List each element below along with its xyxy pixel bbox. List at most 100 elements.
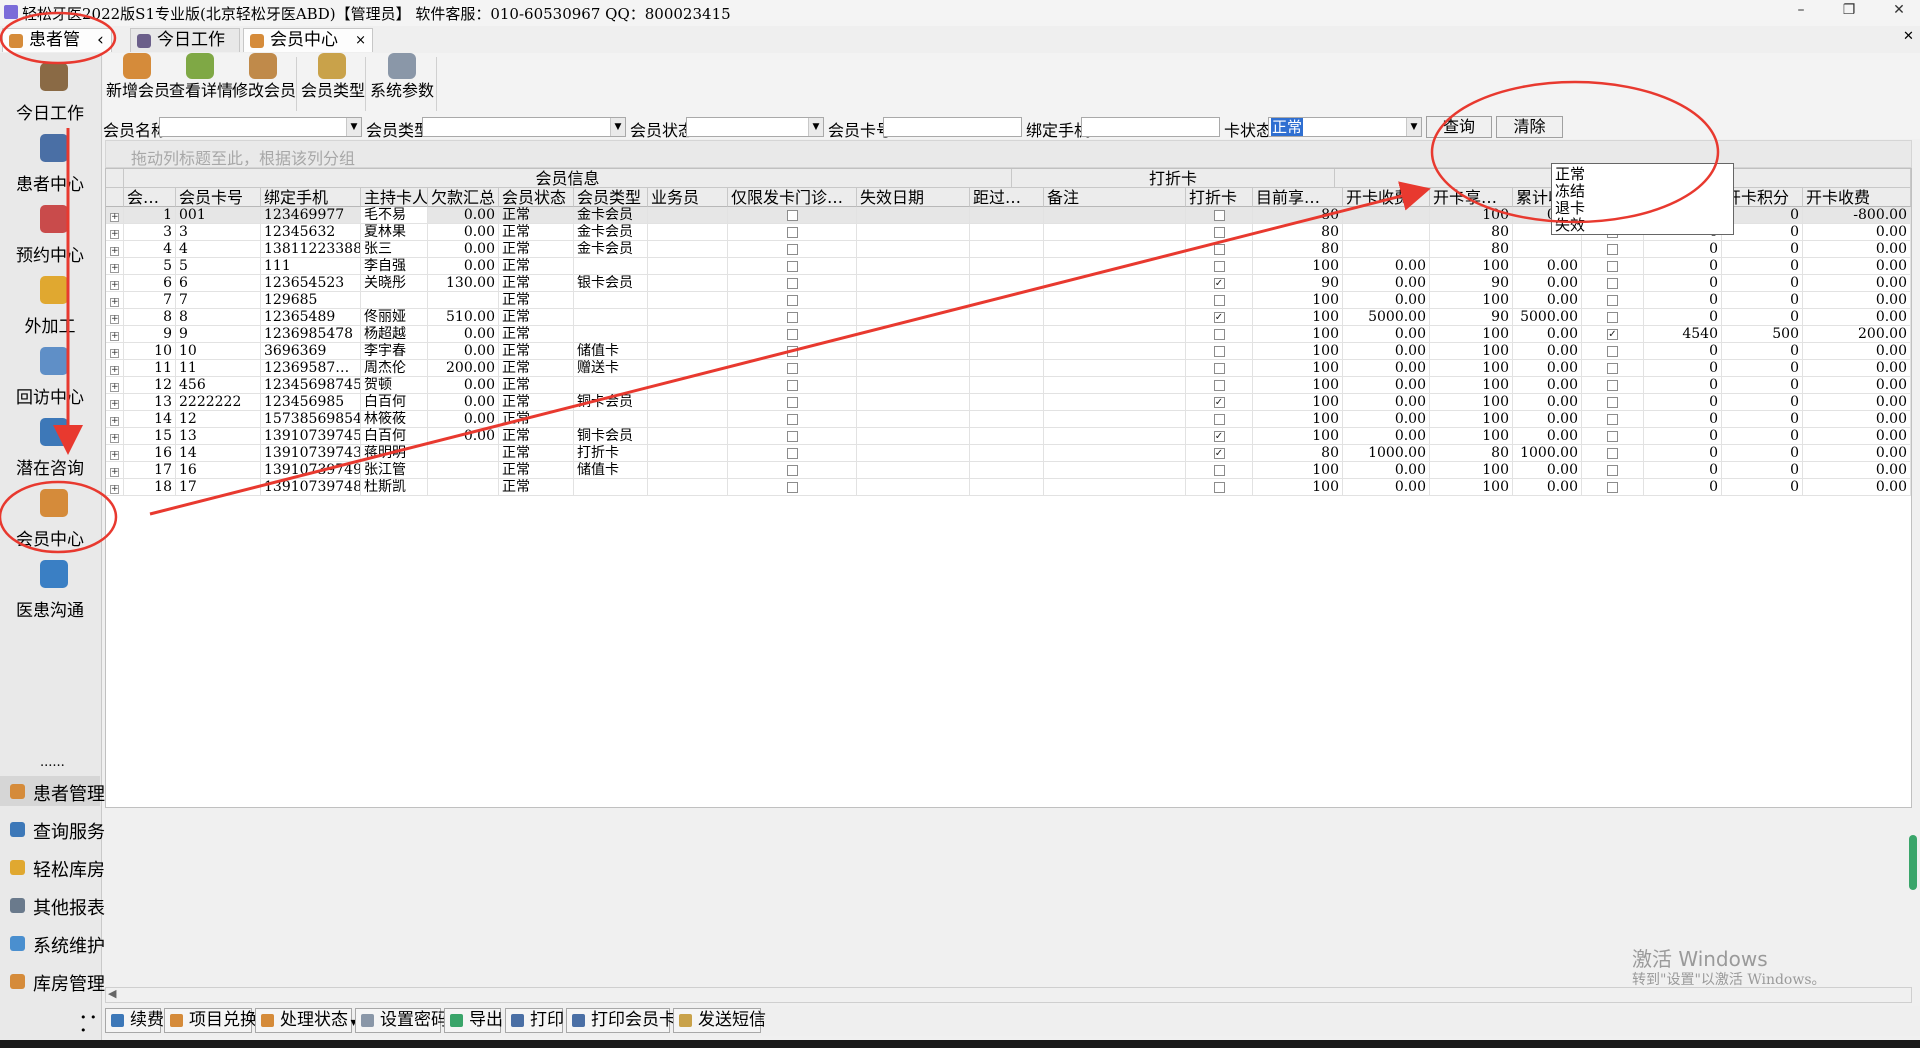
close-all-tabs-icon[interactable]: ✕ (1903, 29, 1914, 44)
checkbox-cell[interactable] (728, 360, 857, 377)
table-cell[interactable]: 129685 (261, 292, 361, 309)
vertical-scroll-thumb[interactable] (1909, 835, 1917, 890)
dropdown-option-refund[interactable]: 退卡 (1555, 200, 1585, 217)
table-cell[interactable]: 500 (1722, 326, 1803, 343)
expand-plus-icon[interactable]: + (110, 281, 119, 290)
table-cell[interactable] (648, 224, 728, 241)
checkbox-cell[interactable]: ✓ (1186, 445, 1253, 462)
table-cell[interactable] (970, 207, 1044, 224)
checkbox-cell[interactable] (728, 394, 857, 411)
row-expander[interactable]: + (106, 292, 124, 309)
table-cell[interactable]: 杨超越 (361, 326, 428, 343)
table-cell[interactable]: 100 (1253, 462, 1343, 479)
column-header[interactable]: 开卡收费 (1803, 188, 1911, 207)
table-cell[interactable]: 0.00 (428, 326, 499, 343)
checkbox-cell[interactable] (1186, 360, 1253, 377)
table-cell[interactable]: 0.00 (1343, 326, 1430, 343)
table-cell[interactable]: 100 (1253, 360, 1343, 377)
tab-patient-manage[interactable]: 患者管 ‹ (2, 28, 112, 52)
table-row[interactable]: +16 14 13910739743 蒋明明 正常 打折卡 ✓ 80 1000.00 80 1000… (106, 445, 1911, 462)
table-cell[interactable]: 9 (124, 326, 176, 343)
table-cell[interactable] (970, 292, 1044, 309)
table-cell[interactable]: 10 (176, 343, 261, 360)
expand-plus-icon[interactable]: + (110, 332, 119, 341)
table-cell[interactable]: 0.00 (1513, 343, 1582, 360)
table-cell[interactable]: 3696369 (261, 343, 361, 360)
table-cell[interactable] (648, 428, 728, 445)
table-cell[interactable]: 5000.00 (1343, 309, 1430, 326)
table-cell[interactable] (857, 377, 970, 394)
table-cell[interactable]: 0.00 (1343, 377, 1430, 394)
checkbox-cell[interactable] (1582, 462, 1644, 479)
table-cell[interactable]: 200.00 (428, 360, 499, 377)
table-cell[interactable]: 0.00 (1513, 428, 1582, 445)
table-cell[interactable] (1343, 241, 1430, 258)
table-cell[interactable] (970, 428, 1044, 445)
checkbox-cell[interactable] (1186, 258, 1253, 275)
table-cell[interactable] (648, 241, 728, 258)
table-cell[interactable]: 夏林果 (361, 224, 428, 241)
table-cell[interactable]: 银卡会员 (574, 275, 648, 292)
checkbox-cell[interactable] (1186, 224, 1253, 241)
table-cell[interactable]: 100 (1253, 411, 1343, 428)
table-cell[interactable] (428, 445, 499, 462)
checkbox[interactable] (1213, 226, 1225, 238)
checkbox-cell[interactable] (728, 258, 857, 275)
table-cell[interactable]: 7 (176, 292, 261, 309)
table-cell[interactable] (648, 258, 728, 275)
table-cell[interactable]: 正常 (499, 258, 574, 275)
table-cell[interactable]: 1 (124, 207, 176, 224)
table-cell[interactable]: 0 (1644, 309, 1722, 326)
checkbox[interactable]: ✓ (1213, 447, 1225, 459)
table-cell[interactable]: 0.00 (1803, 275, 1911, 292)
table-row[interactable]: +14 12 15738569854 林筱莜 0.00 正常 100 0.00 100 0.00 0… (106, 411, 1911, 428)
nav-member-center[interactable]: 会员中心 (0, 483, 100, 550)
bound-phone-input[interactable] (1081, 117, 1220, 137)
table-cell[interactable] (574, 326, 648, 343)
table-cell[interactable]: 0 (1722, 479, 1803, 496)
table-cell[interactable]: 9 (176, 326, 261, 343)
table-cell[interactable]: 111 (261, 258, 361, 275)
table-cell[interactable]: 17 (124, 462, 176, 479)
table-cell[interactable]: 12 (176, 411, 261, 428)
export-button[interactable]: 导出 (444, 1008, 503, 1033)
table-cell[interactable]: 0 (1722, 428, 1803, 445)
table-cell[interactable]: 0.00 (1803, 479, 1911, 496)
table-row[interactable]: +15 13 13910739745 白百何 0.00 正常 铜卡会员 ✓ 100 0.00 100… (106, 428, 1911, 445)
table-cell[interactable]: 100 (1430, 360, 1513, 377)
table-cell[interactable]: 正常 (499, 411, 574, 428)
checkbox-cell[interactable] (1186, 326, 1253, 343)
table-cell[interactable]: 12345698745 (261, 377, 361, 394)
table-cell[interactable]: 100 (1430, 292, 1513, 309)
checkbox[interactable] (1213, 294, 1225, 306)
table-cell[interactable]: 白百何 (361, 428, 428, 445)
checkbox-cell[interactable] (728, 377, 857, 394)
table-cell[interactable]: 0 (1722, 462, 1803, 479)
table-cell[interactable]: 5000.00 (1513, 309, 1582, 326)
table-cell[interactable]: 0.00 (1803, 411, 1911, 428)
table-cell[interactable] (970, 445, 1044, 462)
table-cell[interactable]: 0 (1722, 207, 1803, 224)
checkbox-cell[interactable] (728, 292, 857, 309)
checkbox[interactable] (1213, 260, 1225, 272)
table-cell[interactable]: 8 (176, 309, 261, 326)
table-row[interactable]: +18 17 13910739748 杜斯凯 正常 100 0.00 100 0.00 0 0 0.0… (106, 479, 1911, 496)
table-cell[interactable]: 张三 (361, 241, 428, 258)
table-cell[interactable]: 100 (1430, 377, 1513, 394)
checkbox-cell[interactable]: ✓ (1186, 428, 1253, 445)
table-cell[interactable]: 0 (1722, 445, 1803, 462)
column-header[interactable]: 业务员 (648, 188, 728, 207)
close-window-button[interactable]: ✕ (1885, 2, 1913, 22)
table-cell[interactable]: 金卡会员 (574, 241, 648, 258)
checkbox-cell[interactable] (1582, 479, 1644, 496)
checkbox[interactable] (1213, 209, 1225, 221)
checkbox[interactable]: ✓ (1213, 311, 1225, 323)
checkbox-cell[interactable] (1582, 309, 1644, 326)
table-cell[interactable]: 13811223388 (261, 241, 361, 258)
table-cell[interactable]: 100 (1430, 326, 1513, 343)
table-cell[interactable]: 周杰伦 (361, 360, 428, 377)
table-cell[interactable] (1044, 394, 1186, 411)
nav-external-processing[interactable]: 外加工 (0, 270, 100, 337)
column-header[interactable]: 会员类型 (574, 188, 648, 207)
table-cell[interactable] (1044, 309, 1186, 326)
